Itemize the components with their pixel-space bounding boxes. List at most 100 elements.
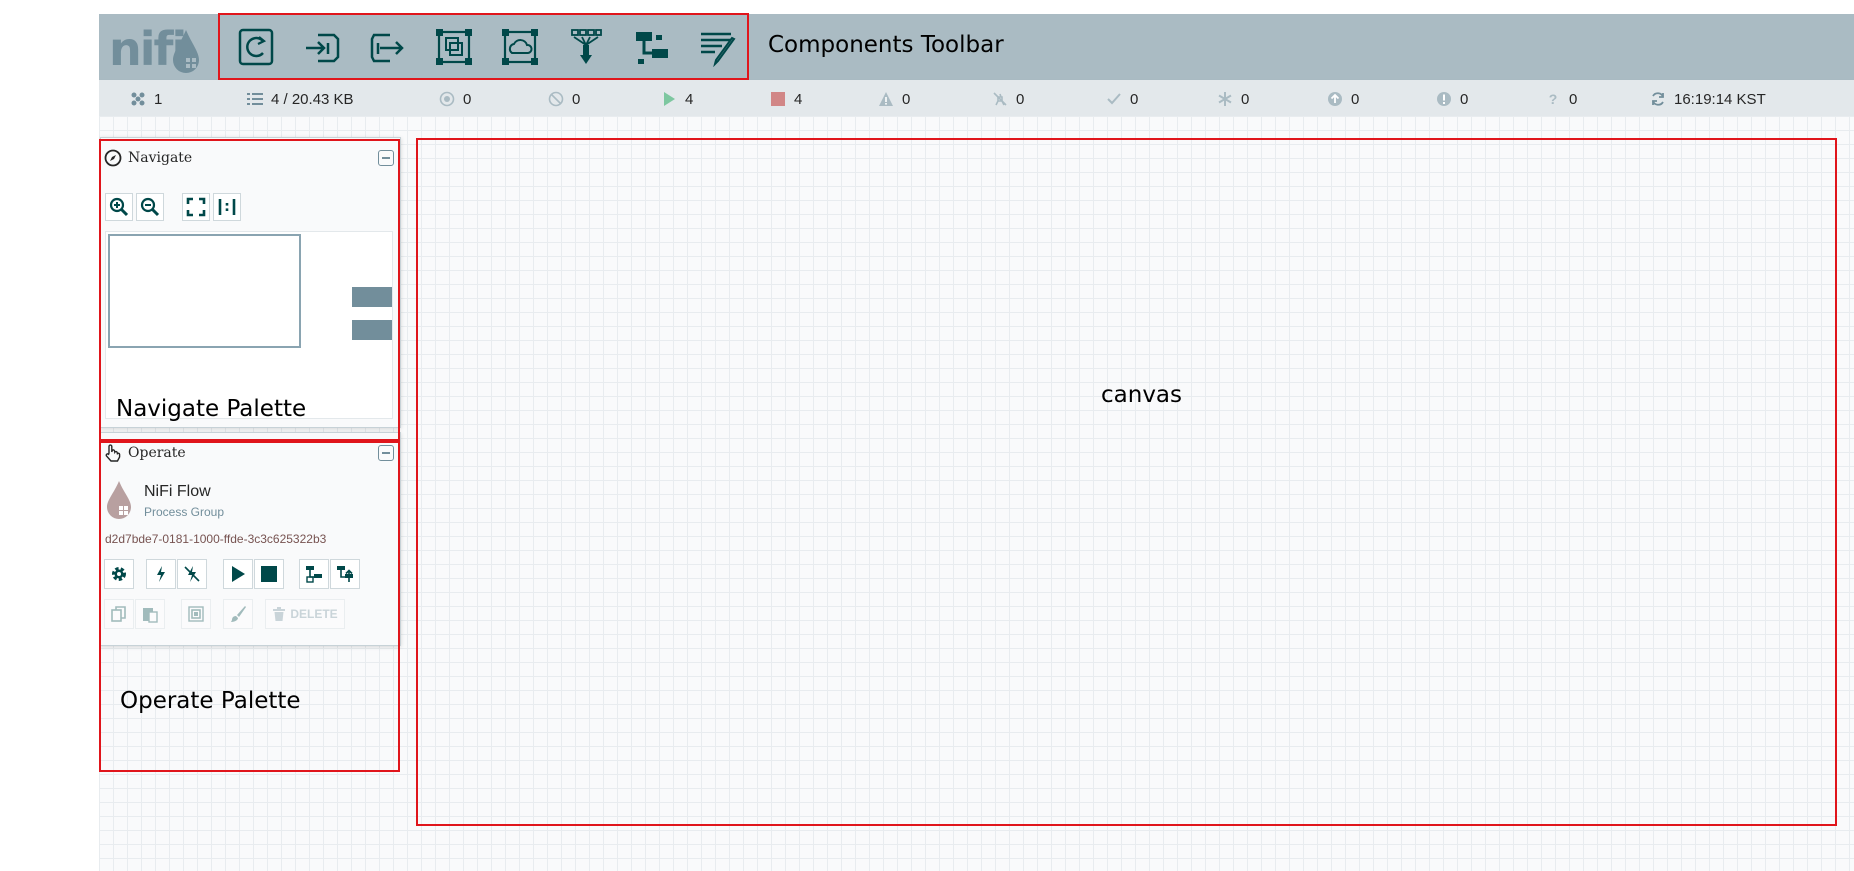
funnel-icon: [571, 29, 602, 64]
locally-modified-count: 0: [1241, 90, 1250, 108]
queued-list-icon: [247, 91, 263, 107]
trash-icon: [273, 607, 286, 621]
cluster-icon: [130, 91, 146, 107]
copy-icon: [111, 606, 126, 622]
queued-value: 4 / 20.43 KB: [271, 90, 354, 108]
gear-icon: [112, 567, 126, 581]
selection-type: Process Group: [144, 505, 225, 519]
navigate-collapse-button[interactable]: [378, 150, 394, 166]
actual-size-button[interactable]: [213, 193, 241, 221]
nifi-app: nifi 1 4 / 20.43 KB 0 0 4 4 0 0 0 0 0 0 …: [99, 14, 1854, 871]
zoom-out-button[interactable]: [136, 193, 164, 221]
operate-header[interactable]: Operate: [101, 433, 400, 473]
stat-transmitting: 0: [439, 90, 471, 108]
create-template-button[interactable]: [299, 559, 329, 589]
enable-button[interactable]: [146, 559, 176, 589]
zoom-in-button[interactable]: [105, 193, 133, 221]
refresh-icon[interactable]: [1650, 91, 1666, 107]
stat-running: 4: [661, 90, 693, 108]
label-icon: [701, 32, 736, 67]
check-icon: [1106, 91, 1122, 107]
up-to-date-count: 0: [1130, 90, 1139, 108]
add-label-button[interactable]: [693, 22, 743, 72]
stop-button[interactable]: [254, 559, 284, 589]
delete-button[interactable]: DELETE: [265, 599, 345, 629]
paint-brush-icon: [231, 606, 246, 622]
stale-count: 0: [1351, 90, 1360, 108]
navigate-palette: Navigate: [100, 137, 401, 428]
navigate-title: Navigate: [128, 150, 193, 166]
last-refreshed-time: 16:19:14 KST: [1674, 90, 1766, 108]
group-button[interactable]: [181, 599, 211, 629]
exclamation-icon: [1436, 91, 1452, 107]
change-color-button[interactable]: [223, 599, 253, 629]
paste-button[interactable]: [135, 599, 165, 629]
nifi-logo: nifi: [109, 20, 199, 76]
running-count: 4: [685, 90, 694, 108]
disabled-icon: [992, 91, 1008, 107]
play-icon: [232, 566, 245, 582]
zoom-out-icon: [140, 197, 160, 217]
add-output-port-button[interactable]: [363, 22, 413, 72]
stat-disabled: 0: [992, 90, 1024, 108]
operate-title: Operate: [128, 445, 186, 461]
stat-up-to-date: 0: [1106, 90, 1138, 108]
cluster-count: 1: [154, 90, 163, 108]
operate-palette-annotation: Operate Palette: [120, 688, 301, 714]
disabled-count: 0: [1016, 90, 1025, 108]
disable-button[interactable]: [177, 559, 207, 589]
hand-pointer-icon: [105, 444, 121, 462]
birdseye-view[interactable]: [105, 231, 393, 419]
stat-stale: 0: [1327, 90, 1359, 108]
stat-cluster: 1: [130, 90, 162, 108]
canvas-annotation: canvas: [1101, 382, 1183, 408]
running-icon: [661, 91, 677, 107]
operate-collapse-button[interactable]: [378, 445, 394, 461]
delete-label: DELETE: [290, 607, 338, 621]
components-toolbar-annotation: Components Toolbar: [768, 32, 1004, 58]
stat-not-transmitting: 0: [548, 90, 580, 108]
birdseye-viewport[interactable]: [108, 234, 301, 348]
actual-size-icon: [218, 199, 236, 215]
transmitting-count: 0: [463, 90, 472, 108]
process-group-icon: [436, 29, 472, 65]
stopped-count: 4: [794, 90, 803, 108]
question-icon: ?: [1548, 91, 1558, 107]
birdseye-component: [352, 320, 392, 340]
copy-button[interactable]: [104, 599, 134, 629]
navigate-header[interactable]: Navigate: [101, 138, 400, 178]
navigate-palette-annotation: Navigate Palette: [116, 396, 307, 422]
remote-process-group-icon: [502, 29, 538, 65]
transmitting-icon: [439, 91, 455, 107]
locally-modified-stale-count: 0: [1460, 90, 1469, 108]
template-icon: [636, 32, 668, 64]
start-button[interactable]: [223, 559, 253, 589]
add-template-button[interactable]: [627, 22, 677, 72]
stopped-icon: [770, 91, 786, 107]
add-process-group-button[interactable]: [429, 22, 479, 72]
add-remote-process-group-button[interactable]: [495, 22, 545, 72]
zoom-in-icon: [109, 197, 129, 217]
configure-button[interactable]: [104, 559, 134, 589]
add-processor-button[interactable]: [231, 22, 281, 72]
selection-id: d2d7bde7-0181-1000-ffde-3c3c625322b3: [105, 532, 327, 546]
upload-template-icon: [337, 566, 353, 582]
stale-icon: [1327, 91, 1343, 107]
input-port-icon: [306, 33, 340, 63]
compass-icon: [104, 149, 122, 167]
fit-to-screen-button[interactable]: [182, 193, 210, 221]
asterisk-icon: [1217, 91, 1233, 107]
flow-canvas[interactable]: Navigate Operate NiFi Flow Process Group…: [99, 116, 1854, 871]
upload-template-button[interactable]: [330, 559, 360, 589]
add-input-port-button[interactable]: [297, 22, 347, 72]
add-funnel-button[interactable]: [561, 22, 611, 72]
stat-locally-modified: 0: [1217, 90, 1249, 108]
processor-icon: [238, 28, 274, 66]
paste-icon: [143, 608, 158, 623]
disable-icon: [184, 566, 200, 582]
stat-locally-modified-stale: 0: [1436, 90, 1468, 108]
nifi-drop-icon: [173, 30, 199, 73]
flow-status-bar: 1 4 / 20.43 KB 0 0 4 4 0 0 0 0 0 0 ? 0 1…: [99, 80, 1854, 118]
stat-stopped: 4: [770, 90, 802, 108]
selection-name: NiFi Flow: [144, 483, 211, 500]
